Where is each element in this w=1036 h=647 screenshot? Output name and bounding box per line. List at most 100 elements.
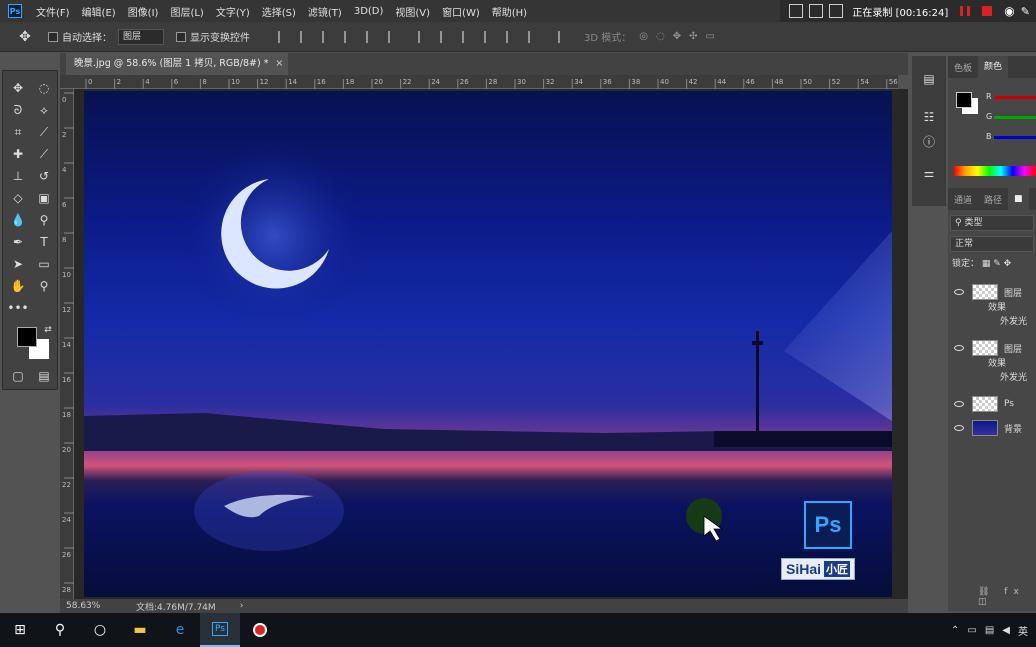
align-top-icon[interactable] xyxy=(278,30,288,43)
layer-filter[interactable]: ⚲ 类型 xyxy=(950,215,1034,231)
brush-icon[interactable]: ⟋ xyxy=(35,145,53,163)
tab-paths[interactable]: 路径 xyxy=(978,193,1008,206)
align-left-icon[interactable] xyxy=(344,30,354,43)
distribute-vcenter-icon[interactable] xyxy=(440,30,450,43)
window-icon[interactable] xyxy=(809,4,824,18)
menu-filter[interactable]: 滤镜(T) xyxy=(308,4,342,19)
screen-mode-icon[interactable]: ▤ xyxy=(35,367,53,385)
tray-chevron-icon[interactable]: ⌃ xyxy=(951,625,959,636)
tab-layers[interactable]: ■ xyxy=(1008,188,1029,210)
distribute-hcenter-icon[interactable] xyxy=(506,30,516,43)
battery-icon[interactable]: ▭ xyxy=(967,625,976,636)
layer-actions[interactable]: ⛓ fx ◫ xyxy=(978,587,1036,607)
close-icon[interactable]: × xyxy=(275,53,283,75)
3d-controls[interactable]: ◎◌✥✣▭ xyxy=(639,31,723,42)
b-slider[interactable] xyxy=(994,136,1036,139)
r-slider[interactable] xyxy=(994,96,1036,99)
lasso-icon[interactable]: ᘐ xyxy=(9,101,27,119)
minimize-icon[interactable] xyxy=(789,4,804,18)
quick-select-icon[interactable]: ⟡ xyxy=(35,101,53,119)
g-slider[interactable] xyxy=(994,116,1036,119)
distribute-left-icon[interactable] xyxy=(484,30,494,43)
stamp-icon[interactable]: ⊥ xyxy=(9,167,27,185)
history-panel-icon[interactable]: ▤ xyxy=(920,70,938,88)
layer-row[interactable]: Ps xyxy=(948,393,1036,415)
visibility-eye-icon[interactable] xyxy=(954,425,964,431)
menu-3d[interactable]: 3D(D) xyxy=(354,6,384,17)
quick-mask-icon[interactable]: ▢ xyxy=(9,367,27,385)
zoom-level[interactable]: 58.63% xyxy=(66,601,136,611)
menu-view[interactable]: 视图(V) xyxy=(395,4,430,19)
rectangle-icon[interactable]: ▭ xyxy=(35,255,53,273)
input-method[interactable]: 英 xyxy=(1018,623,1028,638)
align-right-icon[interactable] xyxy=(388,30,398,43)
status-arrow-icon[interactable]: › xyxy=(240,601,244,611)
file-explorer-icon[interactable]: ▬ xyxy=(120,613,160,647)
recorder-taskbar-icon[interactable] xyxy=(240,613,280,647)
start-icon[interactable]: ⊞ xyxy=(0,613,40,647)
search-icon[interactable]: ⚲ xyxy=(40,613,80,647)
network-icon[interactable]: ▤ xyxy=(985,625,994,636)
menu-layer[interactable]: 图层(L) xyxy=(170,4,203,19)
tab-document[interactable]: 晚景.jpg @ 58.6% (图层 1 拷贝, RGB/8#) * × xyxy=(66,53,289,75)
color-spectrum[interactable] xyxy=(954,166,1036,176)
align-bottom-icon[interactable] xyxy=(322,30,332,43)
move-tool-icon[interactable]: ✥ xyxy=(14,26,36,48)
info-panel-icon[interactable]: ⓘ xyxy=(920,132,938,150)
camera-icon[interactable]: ◉ xyxy=(1004,4,1014,18)
menu-window[interactable]: 窗口(W) xyxy=(442,4,480,19)
pause-icon[interactable] xyxy=(960,6,971,16)
volume-icon[interactable]: ◀ xyxy=(1002,625,1010,636)
photoshop-taskbar-icon[interactable]: Ps xyxy=(200,613,240,647)
visibility-eye-icon[interactable] xyxy=(954,345,964,351)
dodge-icon[interactable]: ⚲ xyxy=(35,211,53,229)
tab-swatches[interactable]: 色板 xyxy=(948,61,978,74)
type-icon[interactable]: T xyxy=(35,233,53,251)
move-icon[interactable]: ✥ xyxy=(9,79,27,97)
distribute-right-icon[interactable] xyxy=(528,30,538,43)
show-transform-checkbox[interactable] xyxy=(176,31,186,42)
menu-select[interactable]: 选择(S) xyxy=(262,4,296,19)
foreground-color-swatch[interactable] xyxy=(17,327,37,347)
menu-type[interactable]: 文字(Y) xyxy=(216,4,250,19)
healing-icon[interactable]: ✚ xyxy=(9,145,27,163)
distribute-bottom-icon[interactable] xyxy=(462,30,472,43)
align-vcenter-icon[interactable] xyxy=(300,30,310,43)
canvas-area[interactable]: Ps SiHai 小匠 xyxy=(74,89,908,599)
blend-mode-select[interactable]: 正常 xyxy=(950,236,1034,252)
fullscreen-icon[interactable] xyxy=(829,4,844,18)
visibility-eye-icon[interactable] xyxy=(954,401,964,407)
more-tools-icon[interactable]: ••• xyxy=(7,299,28,317)
task-view-icon[interactable]: ○ xyxy=(80,613,120,647)
pen-icon[interactable]: ✎ xyxy=(1021,5,1030,18)
auto-select-dropdown[interactable]: 图层 xyxy=(118,28,164,45)
eyedropper-icon[interactable]: ⟋ xyxy=(35,123,53,141)
layer-effect-item[interactable]: 外发光 xyxy=(948,313,1036,327)
edge-icon[interactable]: e xyxy=(160,613,200,647)
menu-edit[interactable]: 编辑(E) xyxy=(82,4,116,19)
auto-select-checkbox[interactable] xyxy=(48,31,58,42)
properties-panel-icon[interactable]: ☷ xyxy=(920,108,938,126)
layer-row[interactable]: 背景 xyxy=(948,417,1036,439)
visibility-eye-icon[interactable] xyxy=(954,289,964,295)
layer-effect-item[interactable]: 外发光 xyxy=(948,369,1036,383)
zoom-icon[interactable]: ⚲ xyxy=(35,277,53,295)
pen-tool-icon[interactable]: ✒ xyxy=(9,233,27,251)
swap-colors-icon[interactable]: ⇄ xyxy=(39,321,57,339)
stop-icon[interactable] xyxy=(982,6,993,16)
tab-color[interactable]: 颜色 xyxy=(978,56,1009,78)
adjustments-panel-icon[interactable]: ⚌ xyxy=(920,164,938,182)
marquee-icon[interactable]: ◌ xyxy=(35,79,53,97)
auto-align-icon[interactable] xyxy=(558,30,568,43)
distribute-top-icon[interactable] xyxy=(418,30,428,43)
gradient-icon[interactable]: ▣ xyxy=(35,189,53,207)
fg-color-chip[interactable] xyxy=(956,92,972,108)
crop-icon[interactable]: ⌗ xyxy=(9,123,27,141)
menu-image[interactable]: 图像(I) xyxy=(128,4,159,19)
menu-file[interactable]: 文件(F) xyxy=(36,4,70,19)
path-select-icon[interactable]: ➤ xyxy=(9,255,27,273)
history-brush-icon[interactable]: ↺ xyxy=(35,167,53,185)
align-hcenter-icon[interactable] xyxy=(366,30,376,43)
menu-help[interactable]: 帮助(H) xyxy=(492,4,527,19)
tab-channels[interactable]: 通道 xyxy=(948,193,978,206)
